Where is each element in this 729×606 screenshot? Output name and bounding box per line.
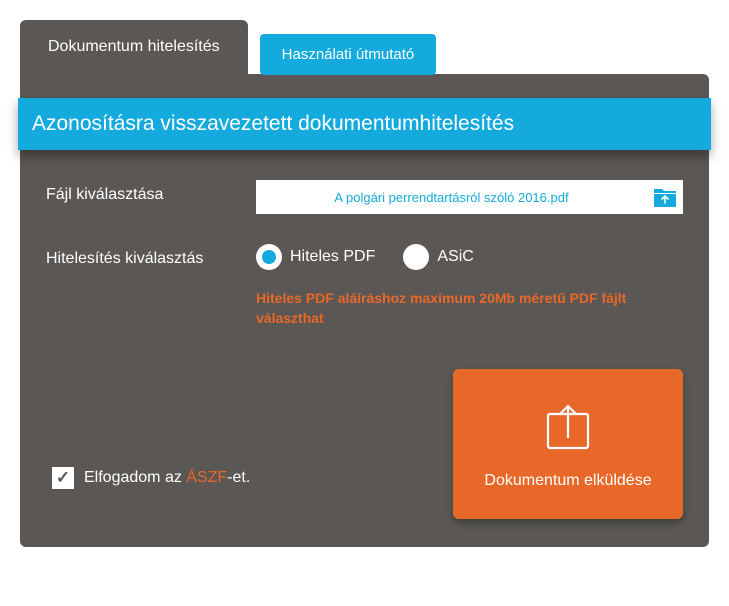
terms-link[interactable]: ÁSZF	[186, 469, 227, 486]
upload-box-icon	[540, 398, 596, 454]
radio-group: Hiteles PDF ASiC	[256, 244, 683, 270]
tab-authenticate[interactable]: Dokumentum hitelesítés	[20, 20, 248, 78]
radio-unselected-icon	[403, 244, 429, 270]
file-label: Fájl kiválasztása	[46, 180, 256, 204]
auth-label: Hitelesítés kiválasztás	[46, 244, 256, 268]
terms-checkbox[interactable]: ✓	[52, 467, 74, 489]
bottom-row: ✓ Elfogadom az ÁSZF-et. Dokumentum elkül…	[46, 369, 683, 519]
check-icon: ✓	[56, 468, 70, 488]
main-panel: Azonosításra visszavezetett dokumentumhi…	[20, 74, 709, 547]
file-name: A polgári perrendtartásról szóló 2016.pd…	[256, 190, 647, 205]
terms-row: ✓ Elfogadom az ÁSZF-et.	[46, 467, 250, 519]
page-title: Azonosításra visszavezetett dokumentumhi…	[18, 98, 711, 150]
radio-label-pdf: Hiteles PDF	[290, 248, 375, 266]
tabs: Dokumentum hitelesítés Használati útmuta…	[20, 20, 709, 78]
auth-row: Hitelesítés kiválasztás Hiteles PDF ASiC…	[46, 244, 683, 329]
upload-icon	[647, 180, 683, 214]
terms-suffix: -et.	[227, 469, 250, 486]
radio-asic[interactable]: ASiC	[403, 244, 473, 270]
radio-hiteles-pdf[interactable]: Hiteles PDF	[256, 244, 375, 270]
submit-button[interactable]: Dokumentum elküldése	[453, 369, 683, 519]
radio-selected-icon	[256, 244, 282, 270]
tab-guide[interactable]: Használati útmutató	[260, 34, 437, 75]
file-row: Fájl kiválasztása A polgári perrendtartá…	[46, 180, 683, 214]
radio-label-asic: ASiC	[437, 248, 473, 266]
warning-text: Hiteles PDF aláíráshoz maximum 20Mb mére…	[256, 288, 683, 329]
terms-text: Elfogadom az ÁSZF-et.	[84, 469, 250, 487]
submit-label: Dokumentum elküldése	[484, 472, 651, 490]
file-select-box[interactable]: A polgári perrendtartásról szóló 2016.pd…	[256, 180, 683, 214]
terms-prefix: Elfogadom az	[84, 469, 186, 486]
